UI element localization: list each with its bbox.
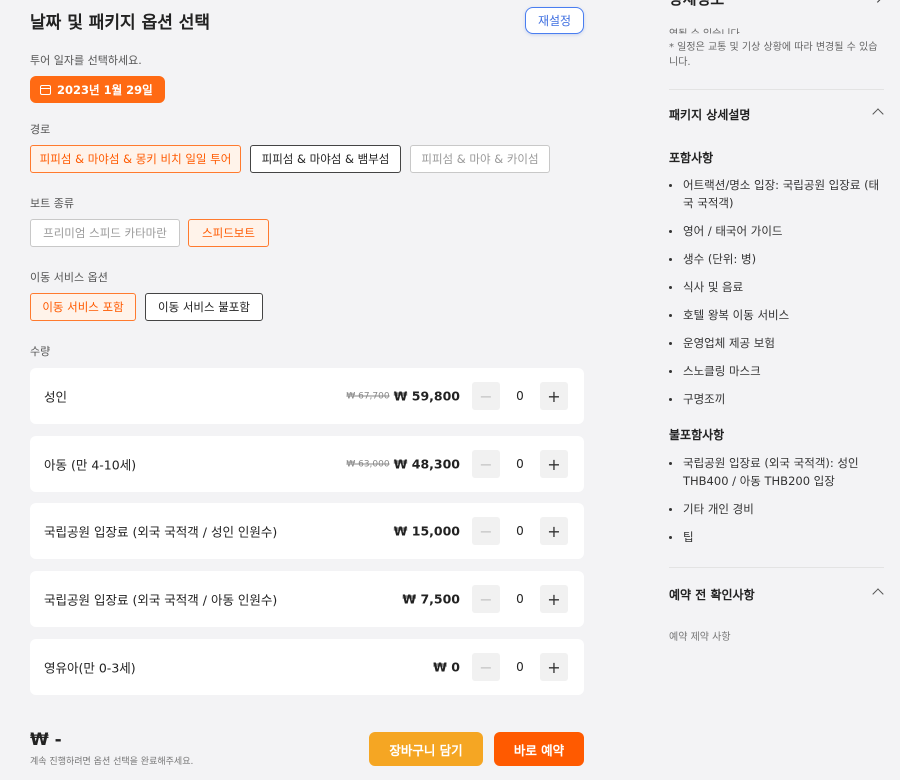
original-price: ₩ 67,700: [346, 391, 390, 401]
details-cut-text: 예약 제약 사항: [669, 632, 731, 641]
quantity-item-price: ₩ 15,000: [394, 524, 460, 539]
list-item: 식사 및 음료: [669, 278, 884, 296]
list-item: 구명조끼: [669, 390, 884, 408]
quantity-row-park-fee-child: 국립공원 입장료 (외국 국적객 / 아동 인원수) ₩ 7,500 − 0 +: [30, 571, 584, 627]
increase-button[interactable]: +: [540, 382, 568, 410]
sale-price: ₩ 15,000: [393, 523, 460, 539]
quantity-value: 0: [516, 660, 524, 674]
sale-price: ₩ 59,800: [393, 388, 460, 404]
quantity-row-park-fee-adult: 국립공원 입장료 (외국 국적객 / 성인 인원수) ₩ 15,000 − 0 …: [30, 503, 584, 559]
schedule-note: * 일정은 교통 및 기상 상황에 따라 변경될 수 있습니다.: [669, 42, 878, 68]
quantity-stepper: − 0 +: [472, 450, 568, 478]
list-item: 영어 / 태국어 가이드: [669, 222, 884, 240]
list-item: 호텔 왕복 이동 서비스: [669, 306, 884, 324]
list-item: 운영업체 제공 보험: [669, 334, 884, 352]
details-panel: 상세정보 ↗ 영될 수 있습니다. * 일정은 교통 및 기상 상황에 따라 변…: [653, 0, 900, 660]
list-item: 기타 개인 경비: [669, 500, 884, 518]
boat-label: 보트 종류: [30, 197, 74, 210]
boat-option-catamaran[interactable]: 프리미엄 스피드 카타마란: [30, 219, 180, 247]
quantity-item-name: 아동 (만 4-10세): [44, 457, 137, 473]
decrease-button[interactable]: −: [472, 382, 500, 410]
decrease-button[interactable]: −: [472, 585, 500, 613]
list-item: 생수 (단위: 병): [669, 250, 884, 268]
increase-button[interactable]: +: [540, 585, 568, 613]
quantity-value: 0: [516, 524, 524, 538]
route-option-bamboo[interactable]: 피피섬 & 마야섬 & 뱀부섬: [250, 145, 401, 173]
total-price: ₩ -: [30, 730, 62, 750]
details-cut-text: 영될 수 있습니다.: [669, 28, 884, 34]
sale-price: ₩ 7,500: [402, 591, 460, 607]
boat-option-speedboat[interactable]: 스피드보트: [188, 219, 269, 247]
sale-price: ₩ 0: [433, 659, 460, 675]
route-option-khai[interactable]: 피피섬 & 마야 & 카이섬: [410, 145, 550, 173]
quantity-label: 수량: [30, 345, 51, 358]
increase-button[interactable]: +: [540, 450, 568, 478]
list-item: 국립공원 입장료 (외국 국적객): 성인 THB400 / 아동 THB200…: [669, 454, 884, 490]
quantity-row-adult: 성인 ₩ 67,700 ₩ 59,800 − 0 +: [30, 368, 584, 424]
route-label: 경로: [30, 123, 51, 136]
decrease-button[interactable]: −: [472, 517, 500, 545]
included-list: 어트랙션/명소 입장: 국립공원 입장료 (태국 국적객) 영어 / 태국어 가…: [669, 176, 884, 418]
quantity-item-price: ₩ 7,500: [402, 592, 460, 607]
quantity-row-infant: 영유아(만 0-3세) ₩ 0 − 0 +: [30, 639, 584, 695]
expand-icon[interactable]: ↗: [875, 0, 886, 7]
quantity-stepper: − 0 +: [472, 585, 568, 613]
quantity-row-child: 아동 (만 4-10세) ₩ 63,000 ₩ 48,300 − 0 +: [30, 436, 584, 492]
quantity-value: 0: [516, 592, 524, 606]
quantity-stepper: − 0 +: [472, 382, 568, 410]
decrease-button[interactable]: −: [472, 653, 500, 681]
chevron-up-icon[interactable]: [872, 588, 884, 600]
transfer-option-excluded[interactable]: 이동 서비스 불포함: [145, 293, 263, 321]
sale-price: ₩ 48,300: [393, 456, 460, 472]
quantity-value: 0: [516, 457, 524, 471]
increase-button[interactable]: +: [540, 653, 568, 681]
decrease-button[interactable]: −: [472, 450, 500, 478]
route-option-monkey-beach[interactable]: 피피섬 & 마야섬 & 몽키 비치 일일 투어: [30, 145, 241, 173]
package-details-header[interactable]: 패키지 상세설명: [669, 106, 750, 123]
date-picker-button[interactable]: 2023년 1월 29일: [30, 76, 165, 103]
pre-booking-header[interactable]: 예약 전 확인사항: [669, 586, 755, 603]
selected-date: 2023년 1월 29일: [57, 82, 153, 97]
quantity-stepper: − 0 +: [472, 653, 568, 681]
divider: [669, 567, 884, 568]
reset-button[interactable]: 재설정: [525, 7, 584, 34]
excluded-title: 불포함사항: [669, 428, 725, 442]
list-item: 스노클링 마스크: [669, 362, 884, 380]
page-title: 날짜 및 패키지 옵션 선택: [30, 13, 211, 33]
quantity-stepper: − 0 +: [472, 517, 568, 545]
chevron-up-icon[interactable]: [872, 108, 884, 120]
quantity-item-price: ₩ 63,000 ₩ 48,300: [346, 457, 460, 472]
quantity-item-price: ₩ 67,700 ₩ 59,800: [346, 389, 460, 404]
included-title: 포함사항: [669, 151, 714, 165]
transfer-option-included[interactable]: 이동 서비스 포함: [30, 293, 136, 321]
excluded-list: 국립공원 입장료 (외국 국적객): 성인 THB400 / 아동 THB200…: [669, 454, 884, 556]
transfer-label: 이동 서비스 옵션: [30, 271, 108, 284]
quantity-item-name: 영유아(만 0-3세): [44, 660, 136, 676]
options-panel: 날짜 및 패키지 옵션 선택 재설정 투어 일자를 선택하세요. 2023년 1…: [0, 0, 614, 780]
original-price: ₩ 63,000: [346, 459, 390, 469]
divider: [669, 89, 884, 90]
details-title: 상세정보: [669, 0, 724, 9]
calendar-icon: [40, 84, 51, 95]
book-now-button[interactable]: 바로 예약: [494, 732, 584, 766]
quantity-value: 0: [516, 389, 524, 403]
quantity-item-name: 국립공원 입장료 (외국 국적객 / 아동 인원수): [44, 592, 278, 608]
selection-note: 계속 진행하려면 옵션 선택을 완료해주세요.: [30, 757, 194, 767]
increase-button[interactable]: +: [540, 517, 568, 545]
list-item: 어트랙션/명소 입장: 국립공원 입장료 (태국 국적객): [669, 176, 884, 212]
quantity-item-name: 국립공원 입장료 (외국 국적객 / 성인 인원수): [44, 524, 278, 540]
quantity-item-name: 성인: [44, 389, 68, 405]
date-label: 투어 일자를 선택하세요.: [30, 54, 142, 67]
add-to-cart-button[interactable]: 장바구니 담기: [369, 732, 483, 766]
list-item: 팁: [669, 528, 884, 546]
quantity-item-price: ₩ 0: [433, 660, 460, 675]
